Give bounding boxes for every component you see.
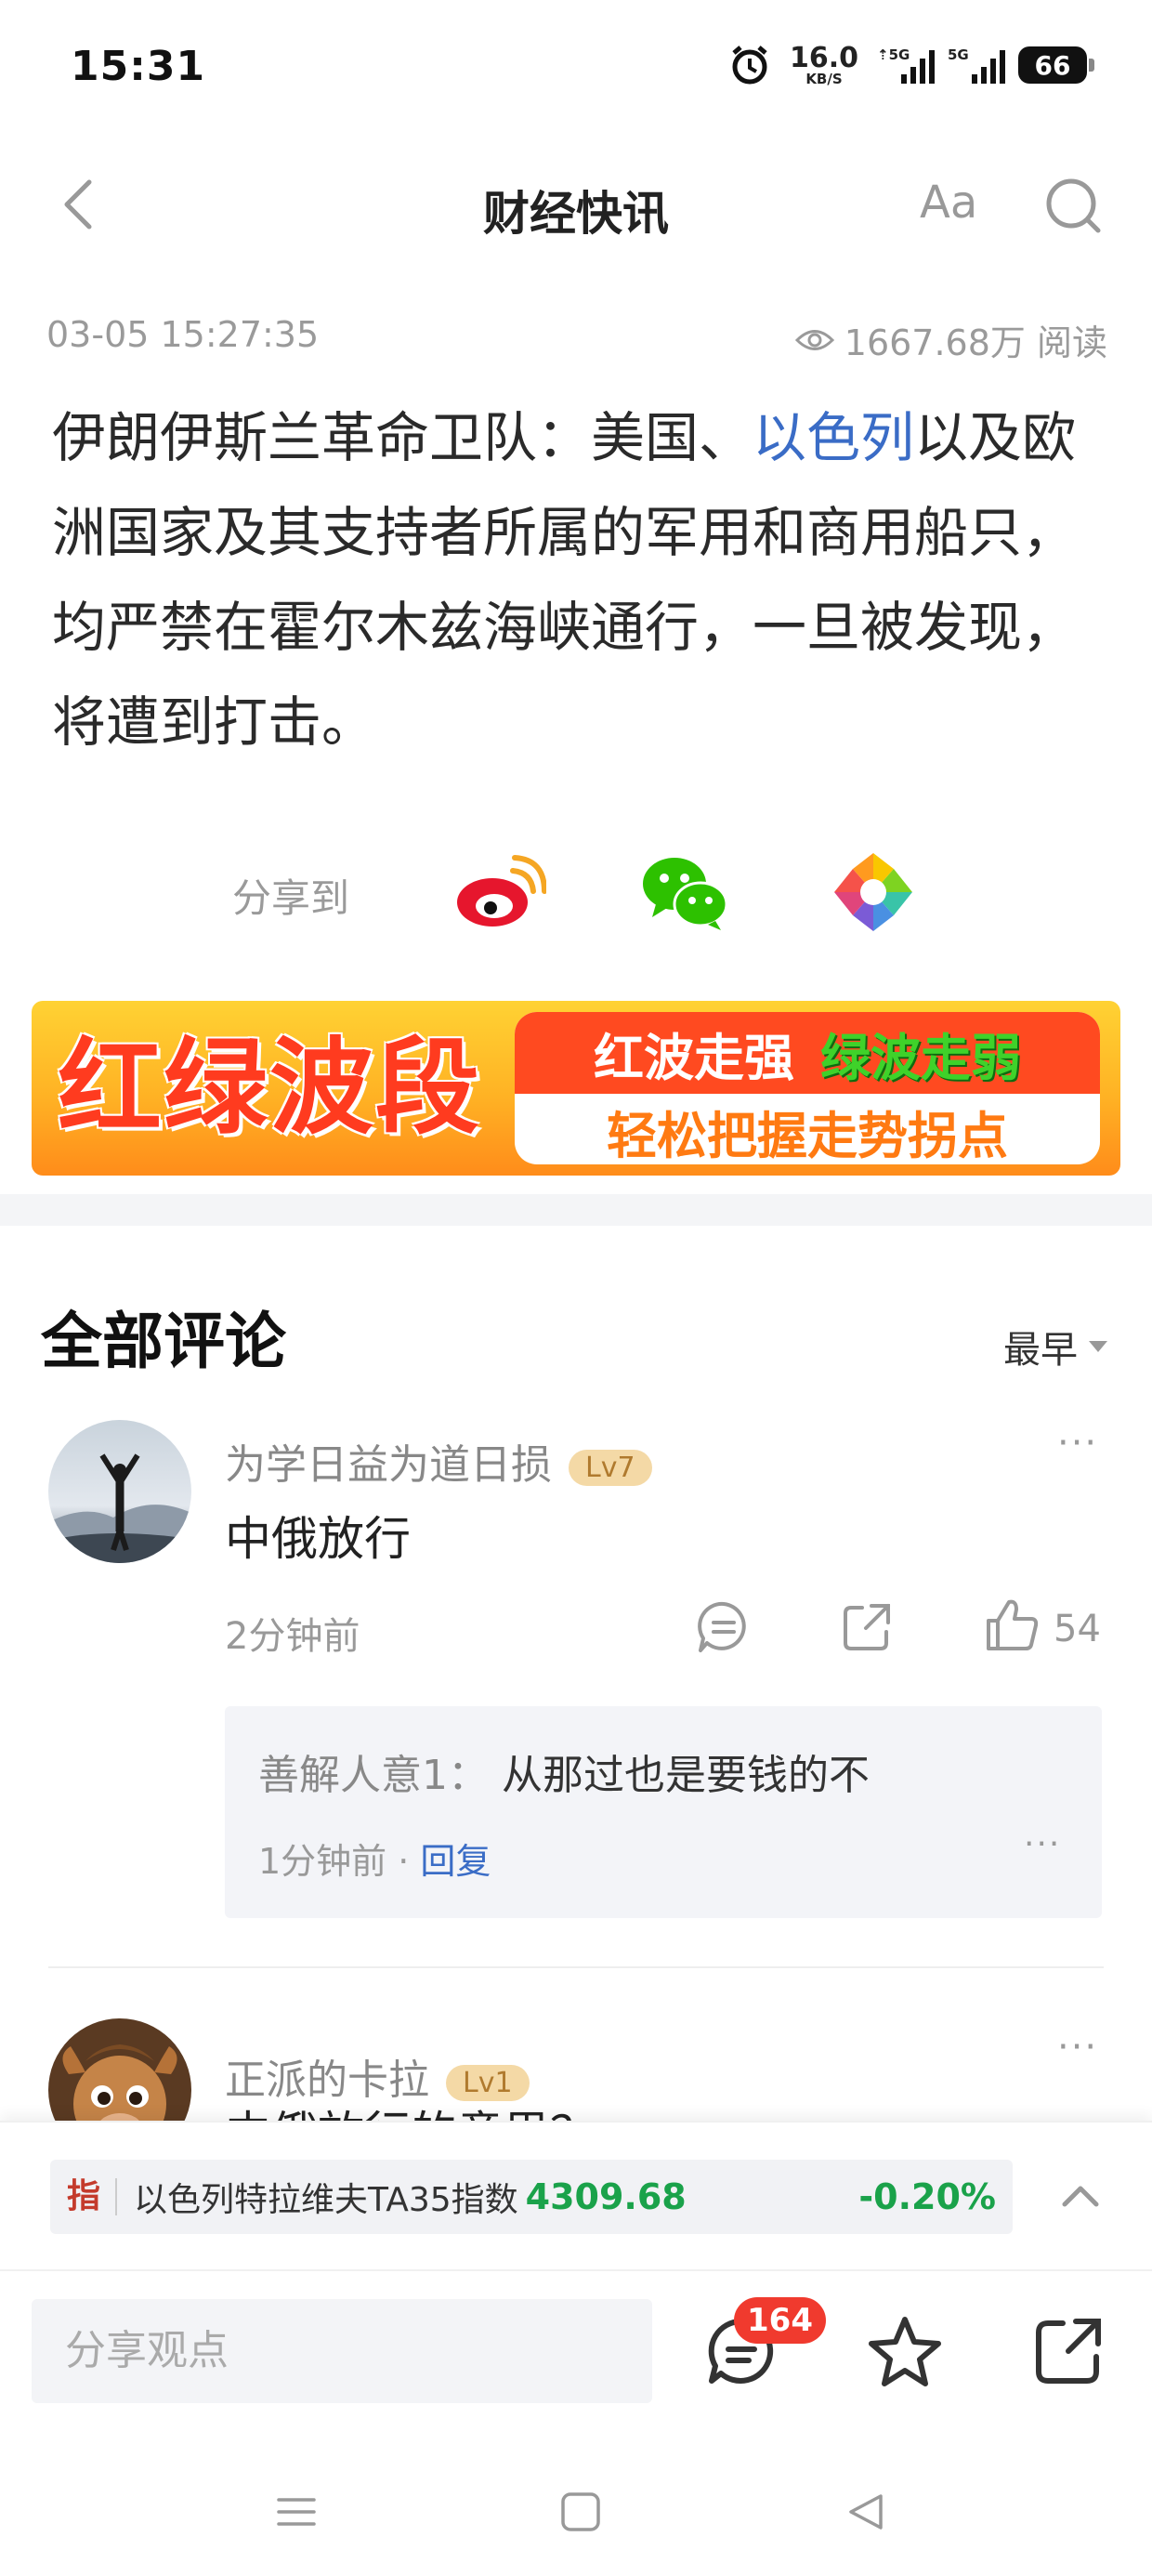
caret-down-icon [1089,1341,1107,1352]
comment-author-name[interactable]: 为学日益为道日损 [225,1441,552,1489]
index-value: 4309.68 [525,2176,687,2217]
index-change: -0.20% [858,2176,996,2217]
sort-label: 最早 [1003,1329,1078,1372]
nav-bar: 财经快讯 Aa [0,149,1152,260]
banner-box: 红波走强 绿波走弱 轻松把握走势拐点 [515,1012,1100,1164]
font-size-button[interactable]: Aa [920,177,977,229]
reply-time: 1分钟前 · [258,1841,421,1882]
network-speed: 16.0 KB/S [789,41,858,87]
article-body: 伊朗伊斯兰革命卫队：美国、以色列以及欧洲国家及其支持者所属的军用和商用船只，均严… [52,390,1111,769]
level-badge: Lv1 [446,2064,530,2101]
menu-icon[interactable] [275,2491,318,2533]
reply-more-icon[interactable]: ··· [1024,1825,1061,1863]
comments-title: 全部评论 [41,1306,286,1377]
status-bar: 15:31 16.0 KB/S ⇡5G 5G 66 [0,0,1152,130]
index-ticker[interactable]: 指 以色列特拉维夫TA35指数 4309.68 -0.20% [50,2160,1013,2234]
share-label: 分享到 [232,875,350,921]
status-time: 15:31 [71,43,206,90]
share-row: 分享到 [0,841,1152,943]
chevron-up-icon[interactable] [1055,2171,1106,2221]
home-icon[interactable] [559,2491,602,2533]
comment-author[interactable]: 为学日益为道日损 Lv7 [225,1431,652,1491]
thumbs-up-icon[interactable] [979,1593,1044,1658]
index-ticker-panel: 指 以色列特拉维夫TA35指数 4309.68 -0.20% [0,2121,1152,2269]
comment-divider [48,1966,1104,1968]
publish-time: 03-05 15:27:35 [46,314,320,355]
alarm-icon [732,46,767,85]
bottom-action-bar: 分享观点 164 [0,2269,1152,2418]
reply-content: 善解人意1： 从那过也是要钱的不 [258,1741,870,1801]
page: 15:31 16.0 KB/S ⇡5G 5G 66 财经快讯 Aa 03-05 … [0,0,1152,2576]
reply-bubble-icon[interactable] [691,1595,756,1660]
banner-bottom-text: 轻松把握走势拐点 [607,1106,1008,1165]
more-icon[interactable]: ··· [1057,2026,1098,2069]
battery-icon: 66 [1018,46,1094,84]
battery-level: 66 [1034,49,1071,81]
signal-icon-1: ⇡5G [877,46,935,84]
avatar[interactable] [48,1420,191,1563]
section-divider [0,1194,1152,1226]
search-icon[interactable] [1041,173,1106,238]
moments-icon[interactable] [827,850,920,934]
share-icon[interactable] [1029,2312,1107,2390]
article-meta: 03-05 15:27:35 1667.68万 阅读 [46,314,1107,370]
comment-text[interactable]: 中俄放行 [225,1502,411,1569]
ad-banner[interactable]: 红绿波段 红波走强 绿波走弱 轻松把握走势拐点 [32,1001,1120,1176]
reply-author[interactable]: 善解人意1： [258,1752,489,1799]
banner-green-text: 绿波走弱 [820,1028,1021,1087]
more-icon[interactable]: ··· [1057,1422,1098,1465]
reply-text: 从那过也是要钱的不 [502,1752,870,1799]
reply-meta: 1分钟前 · 回复 [258,1833,491,1884]
comment-count-badge: 164 [734,2297,826,2344]
reply-box[interactable]: 善解人意1： 从那过也是要钱的不 1分钟前 · 回复 ··· [225,1706,1102,1918]
index-name: 以色列特拉维夫TA35指数 [134,2181,518,2219]
wechat-icon[interactable] [639,850,732,934]
article-text-1: 伊朗伊斯兰革命卫队：美国、 [52,406,753,469]
level-badge: Lv7 [569,1449,652,1486]
signal-icon-2: 5G [948,46,1005,84]
view-count: 1667.68万 阅读 [794,314,1107,365]
eye-icon [794,329,834,350]
like-count: 54 [1054,1608,1101,1650]
share-icon[interactable] [834,1595,899,1660]
sort-dropdown[interactable]: 最早 [1003,1320,1107,1373]
opinion-input[interactable]: 分享观点 [32,2299,652,2403]
banner-red-text: 红波走强 [594,1028,794,1087]
system-nav-bar [0,2418,1152,2576]
page-title: 财经快讯 [483,187,669,241]
status-icons: 16.0 KB/S ⇡5G 5G 66 [728,41,1094,89]
weibo-icon[interactable] [453,850,546,934]
reply-button[interactable]: 回复 [420,1841,491,1882]
banner-top: 红波走强 绿波走弱 [515,1012,1100,1094]
index-tag: 指 [67,2178,118,2215]
stock-link-israel[interactable]: 以色列 [753,406,914,469]
comment-time: 2分钟前 [225,1615,360,1658]
banner-headline: 红绿波段 [58,1028,481,1149]
star-icon[interactable] [866,2312,944,2390]
view-count-text: 1667.68万 阅读 [844,322,1107,363]
back-icon[interactable] [844,2491,886,2533]
